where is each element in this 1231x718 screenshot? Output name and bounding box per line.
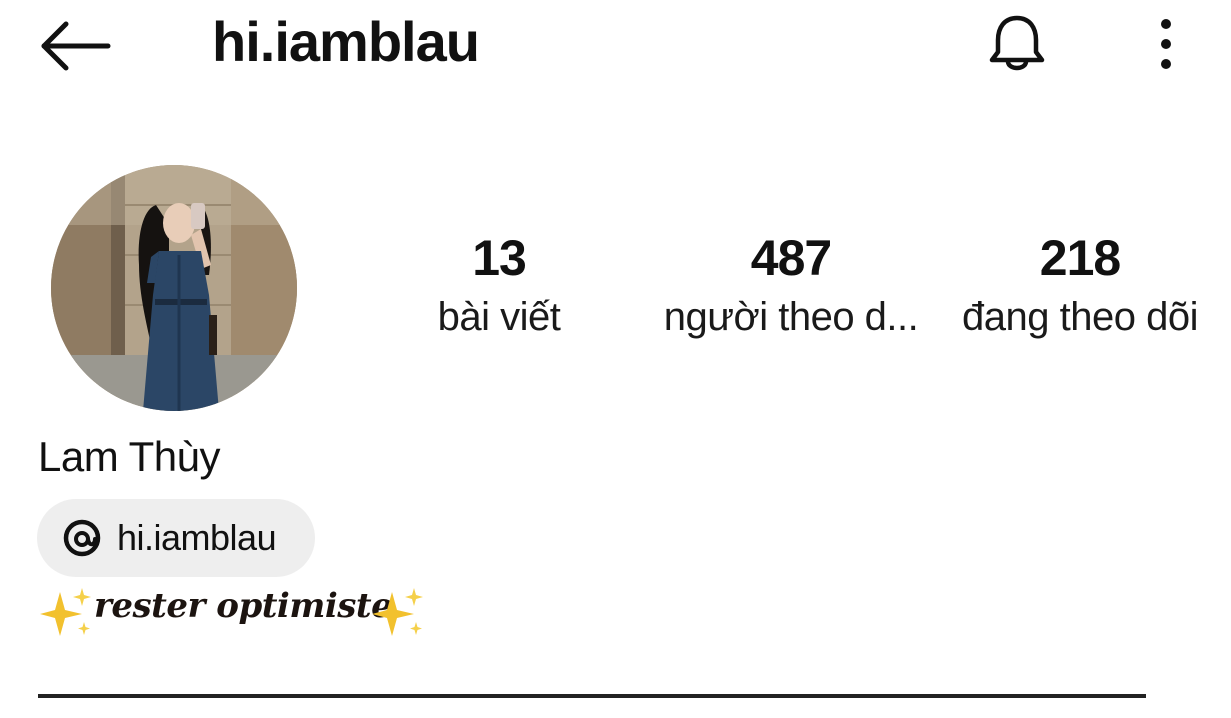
display-name: Lam Thùy — [38, 433, 221, 480]
stat-posts[interactable]: 13 bài viết — [359, 226, 639, 342]
profile-avatar[interactable] — [51, 165, 297, 411]
posts-label: bài viết — [437, 295, 561, 339]
stat-following[interactable]: 218 đang theo dõi — [940, 226, 1220, 342]
threads-link-button[interactable]: hi.iamblau — [37, 499, 315, 577]
followers-count: 487 — [750, 230, 832, 286]
bell-icon — [989, 15, 1045, 71]
more-options-button[interactable] — [1150, 14, 1182, 74]
posts-count: 13 — [472, 230, 527, 286]
followers-label: người theo d... — [663, 295, 919, 339]
divider — [38, 694, 1146, 698]
more-vertical-icon — [1161, 19, 1171, 69]
bio-text: rester optimiste — [94, 586, 393, 626]
threads-icon — [63, 519, 101, 557]
following-label: đang theo dõi — [962, 295, 1198, 339]
sparkles-icon — [372, 588, 423, 636]
avatar-photo — [51, 165, 297, 411]
stat-followers[interactable]: 487 người theo d... — [651, 226, 931, 342]
notifications-button[interactable] — [984, 12, 1050, 76]
threads-link-label: hi.iamblau — [117, 517, 277, 558]
back-arrow-icon — [41, 21, 111, 71]
back-button[interactable] — [38, 18, 112, 74]
following-count: 218 — [1039, 230, 1121, 286]
sparkles-icon — [40, 588, 91, 636]
profile-username-title: hi.iamblau — [212, 10, 480, 73]
